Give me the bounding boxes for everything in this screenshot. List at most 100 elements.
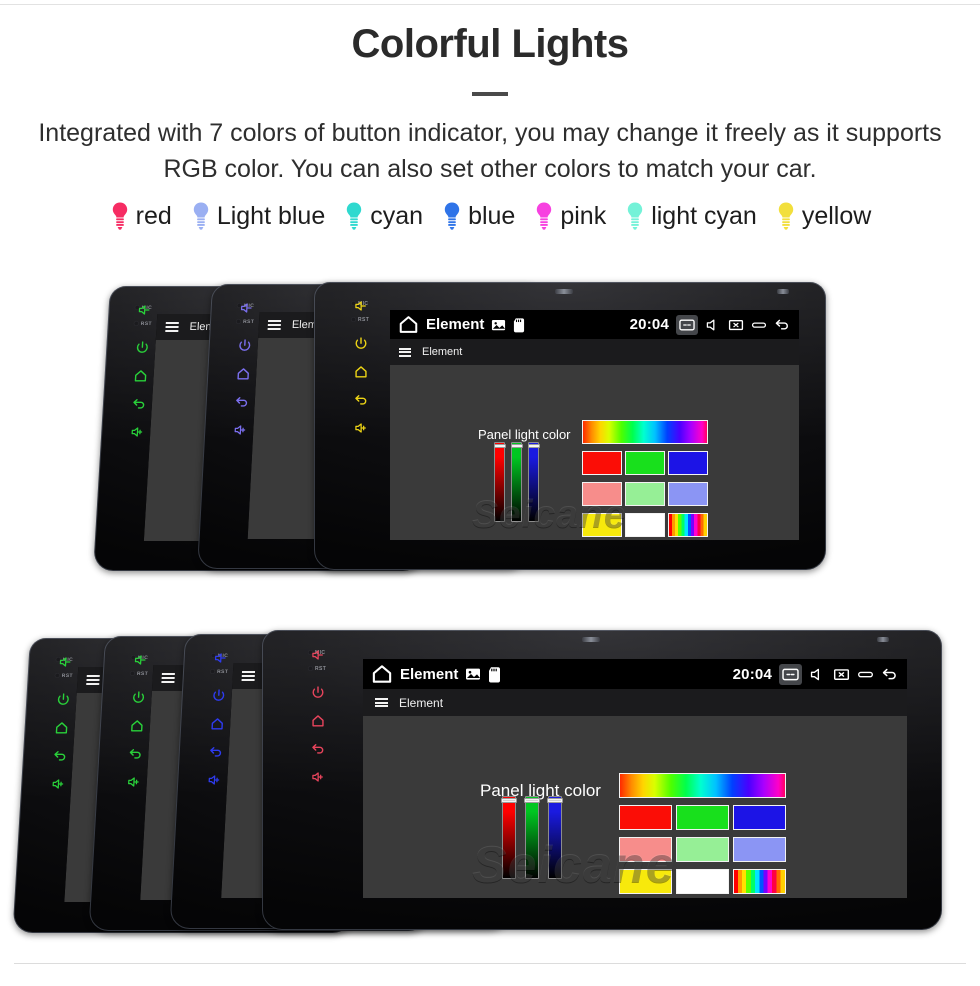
hamburger-menu-icon[interactable] — [165, 322, 179, 332]
slider-thumb[interactable] — [524, 798, 540, 803]
hue-spectrum-swatch[interactable] — [582, 420, 708, 444]
swatch-rainbow[interactable] — [668, 513, 708, 537]
back-key[interactable] — [52, 748, 69, 764]
volume-up-icon[interactable] — [353, 420, 369, 436]
swatch-rainbow[interactable] — [733, 869, 786, 894]
power-icon[interactable] — [353, 336, 369, 352]
volume-down-key[interactable] — [136, 302, 153, 318]
back-key[interactable] — [131, 396, 148, 412]
mute-icon[interactable] — [809, 666, 826, 683]
red-channel-slider[interactable] — [493, 442, 506, 522]
back-arrow-icon[interactable] — [127, 746, 144, 762]
slider-thumb[interactable] — [493, 444, 506, 448]
back-arrow-icon[interactable] — [353, 392, 369, 408]
volume-down-icon[interactable] — [132, 652, 149, 668]
close-window-icon[interactable] — [833, 666, 850, 683]
swatch-red[interactable] — [619, 805, 672, 830]
home-key[interactable] — [235, 366, 252, 382]
power-key[interactable] — [236, 338, 253, 354]
home-outline-icon[interactable] — [132, 368, 149, 384]
home-key[interactable] — [132, 368, 149, 384]
back-arrow-icon[interactable] — [310, 741, 326, 757]
power-icon[interactable] — [134, 340, 151, 356]
mute-icon[interactable] — [705, 317, 721, 333]
power-key[interactable] — [134, 340, 151, 356]
volume-down-key[interactable] — [353, 298, 369, 314]
back-arrow-icon[interactable] — [207, 744, 224, 760]
slider-thumb[interactable] — [510, 444, 523, 448]
slider-thumb[interactable] — [527, 444, 540, 448]
swatch-blue[interactable] — [733, 805, 786, 830]
home-key[interactable] — [209, 716, 226, 732]
volume-down-icon[interactable] — [212, 650, 229, 666]
recents-icon[interactable] — [857, 666, 874, 683]
hamburger-menu-icon[interactable] — [399, 347, 411, 357]
screen-off-icon[interactable] — [782, 666, 799, 683]
back-icon[interactable] — [774, 317, 790, 333]
back-arrow-icon[interactable] — [233, 394, 250, 410]
swatch-salmon[interactable] — [619, 837, 672, 862]
power-icon[interactable] — [236, 338, 253, 354]
power-key[interactable] — [310, 685, 326, 701]
touch-screen[interactable]: Element 20:04 Element Panel light color Seic… — [390, 310, 799, 540]
home-outline-icon[interactable] — [209, 716, 226, 732]
home-icon[interactable] — [398, 314, 419, 335]
green-channel-slider[interactable] — [510, 442, 523, 522]
volume-up-key[interactable] — [50, 776, 67, 792]
home-key[interactable] — [310, 713, 326, 729]
hamburger-menu-icon[interactable] — [86, 675, 100, 685]
swatch-periwinkle[interactable] — [733, 837, 786, 862]
swatch-white[interactable] — [625, 513, 665, 537]
recents-icon[interactable] — [751, 317, 767, 333]
home-outline-icon[interactable] — [235, 366, 252, 382]
volume-up-key[interactable] — [310, 769, 326, 785]
hamburger-menu-icon[interactable] — [161, 673, 175, 683]
screen-off-icon[interactable] — [679, 317, 695, 333]
home-icon[interactable] — [371, 663, 393, 685]
sd-card-icon[interactable] — [488, 666, 501, 683]
picture-icon[interactable] — [491, 318, 506, 332]
power-key[interactable] — [55, 692, 72, 708]
volume-down-key[interactable] — [57, 654, 74, 670]
volume-down-key[interactable] — [310, 647, 326, 663]
volume-down-key[interactable] — [132, 652, 149, 668]
volume-down-key[interactable] — [212, 650, 229, 666]
volume-up-key[interactable] — [206, 772, 223, 788]
power-icon[interactable] — [310, 685, 326, 701]
back-arrow-icon[interactable] — [131, 396, 148, 412]
home-outline-icon[interactable] — [129, 718, 146, 734]
volume-up-icon[interactable] — [310, 769, 326, 785]
swatch-red[interactable] — [582, 451, 622, 475]
slider-thumb[interactable] — [547, 798, 563, 803]
home-key[interactable] — [53, 720, 70, 736]
green-channel-slider[interactable] — [524, 796, 540, 879]
volume-down-icon[interactable] — [310, 647, 326, 663]
volume-up-key[interactable] — [232, 422, 249, 438]
volume-up-key[interactable] — [353, 420, 369, 436]
volume-up-icon[interactable] — [129, 424, 146, 440]
swatch-green[interactable] — [676, 805, 729, 830]
swatch-light-green[interactable] — [625, 482, 665, 506]
swatch-white[interactable] — [676, 869, 729, 894]
volume-down-icon[interactable] — [57, 654, 74, 670]
power-key[interactable] — [353, 336, 369, 352]
swatch-light-green[interactable] — [676, 837, 729, 862]
volume-down-icon[interactable] — [136, 302, 153, 318]
volume-down-key[interactable] — [238, 300, 255, 316]
power-icon[interactable] — [130, 690, 147, 706]
swatch-green[interactable] — [625, 451, 665, 475]
touch-screen[interactable]: Element 20:04 Element Panel light color Seic… — [363, 659, 907, 898]
volume-up-icon[interactable] — [125, 774, 142, 790]
back-key[interactable] — [127, 746, 144, 762]
volume-up-icon[interactable] — [50, 776, 67, 792]
home-outline-icon[interactable] — [53, 720, 70, 736]
volume-up-icon[interactable] — [206, 772, 223, 788]
power-key[interactable] — [210, 688, 227, 704]
blue-channel-slider[interactable] — [527, 442, 540, 522]
volume-up-icon[interactable] — [232, 422, 249, 438]
back-key[interactable] — [310, 741, 326, 757]
hue-spectrum-swatch[interactable] — [619, 773, 786, 798]
screen-off-icon-chip[interactable] — [779, 663, 802, 685]
hamburger-menu-icon[interactable] — [241, 671, 256, 681]
power-key[interactable] — [130, 690, 147, 706]
